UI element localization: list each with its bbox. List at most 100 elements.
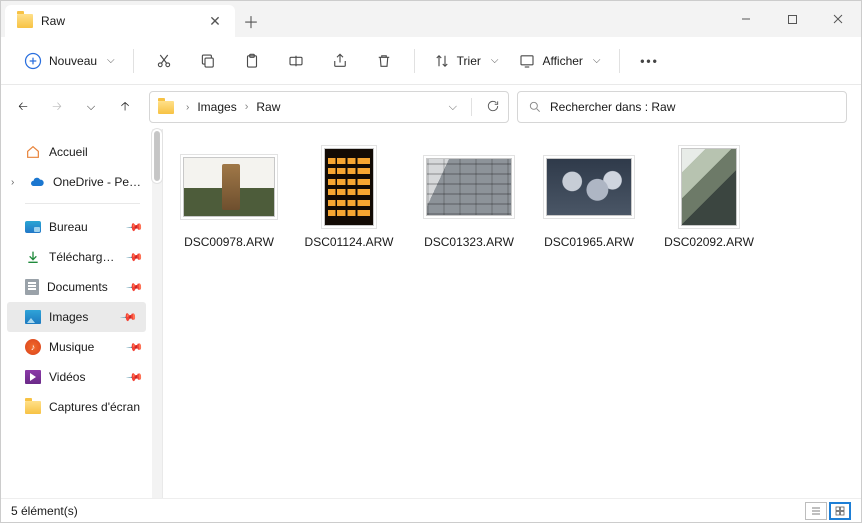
chevron-right-icon[interactable]: › <box>186 102 189 113</box>
close-window-button[interactable] <box>815 1 861 37</box>
search-input[interactable]: Rechercher dans : Raw <box>517 91 847 123</box>
sidebar: Accueil › OneDrive - Personnel Bureau 📌 … <box>1 129 163 498</box>
pin-icon[interactable]: 📌 <box>126 218 145 237</box>
file-grid[interactable]: DSC00978.ARW DSC01124.ARW DSC01323.ARW D… <box>163 129 861 498</box>
thumbnail <box>546 158 632 216</box>
breadcrumb[interactable]: › Images › Raw ⌵ <box>149 91 509 123</box>
pin-icon[interactable]: 📌 <box>126 338 145 357</box>
sidebar-item-label: Images <box>49 310 114 324</box>
file-item[interactable]: DSC00978.ARW <box>173 143 285 253</box>
paste-button[interactable] <box>232 44 272 78</box>
pin-icon[interactable]: 📌 <box>126 278 145 297</box>
rename-button[interactable] <box>276 44 316 78</box>
sidebar-item-label: Captures d'écran <box>49 400 142 414</box>
sidebar-item-label: Vidéos <box>49 370 120 384</box>
sort-button-label: Trier <box>457 54 481 68</box>
chevron-right-icon[interactable]: › <box>11 177 21 188</box>
separator <box>133 49 134 73</box>
thumbnails-view-button[interactable] <box>829 502 851 520</box>
search-icon <box>528 100 542 114</box>
file-item[interactable]: DSC01124.ARW <box>293 143 405 253</box>
document-icon <box>25 279 39 295</box>
view-button[interactable]: Afficher ⌵ <box>510 44 608 78</box>
chevron-right-icon: › <box>245 101 249 113</box>
new-button-label: Nouveau <box>49 54 97 68</box>
cut-button[interactable] <box>144 44 184 78</box>
sidebar-item-documents[interactable]: Documents 📌 <box>1 272 152 302</box>
history-dropdown[interactable]: ⌵ <box>83 101 99 114</box>
view-button-label: Afficher <box>542 54 582 68</box>
file-name: DSC01965.ARW <box>544 235 634 249</box>
sidebar-item-label: Téléchargements <box>49 250 120 264</box>
video-icon <box>25 370 41 384</box>
sidebar-item-desktop[interactable]: Bureau 📌 <box>1 212 152 242</box>
pin-icon[interactable]: 📌 <box>126 368 145 387</box>
sidebar-item-videos[interactable]: Vidéos 📌 <box>1 362 152 392</box>
sort-button[interactable]: Trier ⌵ <box>425 44 507 78</box>
pin-icon[interactable]: 📌 <box>120 308 139 327</box>
window-tab[interactable]: Raw ✕ <box>5 5 235 37</box>
new-button[interactable]: Nouveau ⌵ <box>15 44 123 78</box>
delete-button[interactable] <box>364 44 404 78</box>
search-placeholder: Rechercher dans : Raw <box>550 100 675 114</box>
thumbnail <box>426 158 512 216</box>
folder-icon <box>158 101 174 114</box>
sidebar-item-images[interactable]: Images 📌 <box>7 302 146 332</box>
home-icon <box>25 144 41 160</box>
sidebar-scrollbar[interactable] <box>152 129 162 498</box>
new-tab-button[interactable]: ＋ <box>235 5 267 37</box>
chevron-down-icon: ⌵ <box>107 55 115 66</box>
sidebar-item-label: Accueil <box>49 145 142 159</box>
sidebar-item-label: OneDrive - Personnel <box>53 175 142 189</box>
refresh-button[interactable] <box>486 99 500 116</box>
toolbar: Nouveau ⌵ Trier ⌵ Afficher ⌵ ••• <box>1 37 861 85</box>
pin-icon[interactable]: 📌 <box>126 248 145 267</box>
sidebar-item-label: Bureau <box>49 220 120 234</box>
sidebar-item-captures[interactable]: Captures d'écran <box>1 392 152 422</box>
sidebar-item-onedrive[interactable]: › OneDrive - Personnel <box>1 167 152 197</box>
file-name: DSC01323.ARW <box>424 235 514 249</box>
file-item[interactable]: DSC02092.ARW <box>653 143 765 253</box>
sidebar-item-downloads[interactable]: Téléchargements 📌 <box>1 242 152 272</box>
separator <box>25 203 140 204</box>
forward-button[interactable]: 🡢 <box>49 97 65 118</box>
up-button[interactable]: 🡡 <box>117 97 133 118</box>
titlebar: Raw ✕ ＋ <box>1 1 861 37</box>
images-icon <box>25 310 41 324</box>
status-count: 5 élément(s) <box>11 504 78 518</box>
close-tab-icon[interactable]: ✕ <box>207 13 223 29</box>
view-mode-buttons <box>805 502 851 520</box>
status-bar: 5 élément(s) <box>1 498 861 522</box>
breadcrumb-segment[interactable]: Raw <box>256 100 280 114</box>
breadcrumb-dropdown[interactable]: ⌵ <box>449 101 457 114</box>
copy-button[interactable] <box>188 44 228 78</box>
nav-arrows: 🡠 🡢 ⌵ 🡡 <box>15 97 133 118</box>
file-name: DSC01124.ARW <box>305 235 394 249</box>
separator <box>414 49 415 73</box>
details-view-button[interactable] <box>805 502 827 520</box>
body: Accueil › OneDrive - Personnel Bureau 📌 … <box>1 129 861 498</box>
share-button[interactable] <box>320 44 360 78</box>
more-button[interactable]: ••• <box>630 44 670 78</box>
sidebar-item-home[interactable]: Accueil <box>1 137 152 167</box>
separator <box>619 49 620 73</box>
sidebar-item-label: Musique <box>49 340 120 354</box>
music-icon <box>25 339 41 355</box>
sidebar-item-label: Documents <box>47 280 120 294</box>
back-button[interactable]: 🡠 <box>15 97 31 118</box>
file-name: DSC00978.ARW <box>184 235 274 249</box>
tab-title: Raw <box>41 14 199 28</box>
thumbnail <box>324 148 374 226</box>
navigation-row: 🡠 🡢 ⌵ 🡡 › Images › Raw ⌵ Rechercher dans… <box>1 85 861 129</box>
content-area: DSC00978.ARW DSC01124.ARW DSC01323.ARW D… <box>163 129 861 498</box>
sidebar-item-music[interactable]: Musique 📌 <box>1 332 152 362</box>
folder-icon <box>25 401 41 414</box>
file-item[interactable]: DSC01323.ARW <box>413 143 525 253</box>
minimize-button[interactable] <box>723 1 769 37</box>
breadcrumb-segment[interactable]: Images <box>197 100 236 114</box>
file-item[interactable]: DSC01965.ARW <box>533 143 645 253</box>
download-icon <box>25 249 41 265</box>
maximize-button[interactable] <box>769 1 815 37</box>
cloud-icon <box>29 174 45 190</box>
chevron-down-icon: ⌵ <box>593 55 601 66</box>
